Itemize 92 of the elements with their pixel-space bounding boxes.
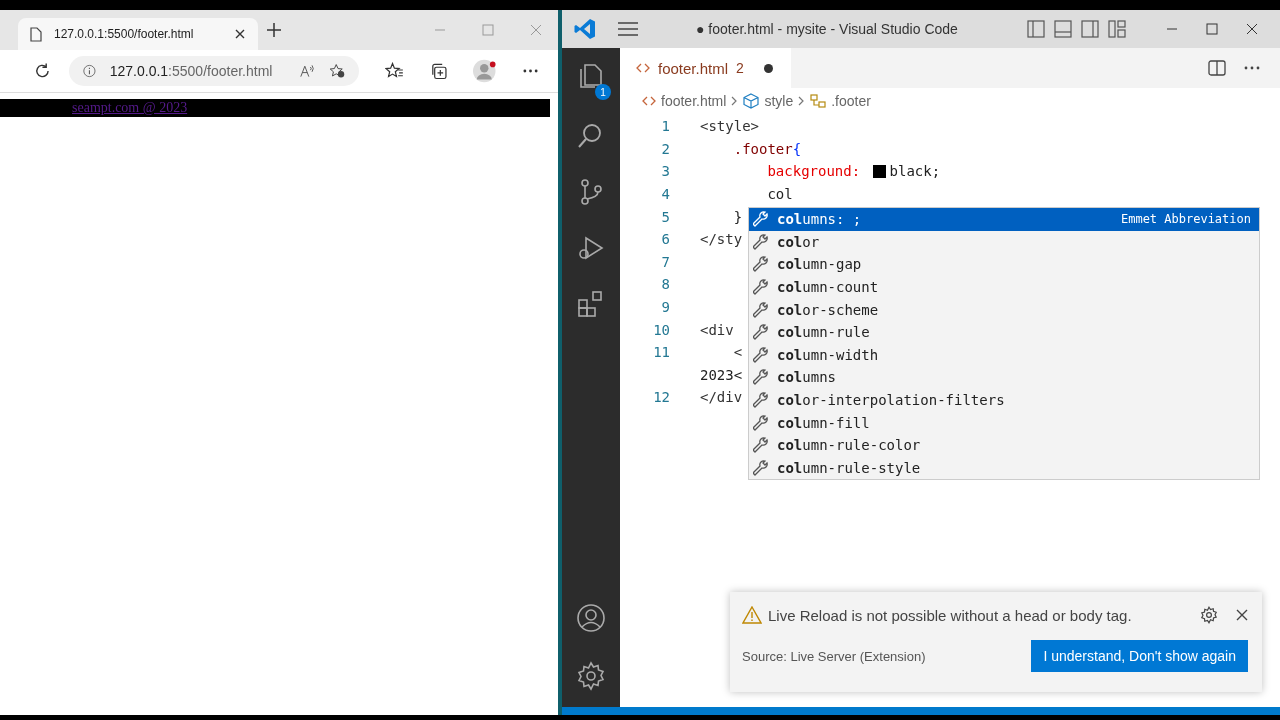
code-text: <	[732, 344, 743, 361]
warning-icon	[742, 606, 762, 624]
info-icon	[82, 63, 96, 79]
account-icon[interactable]	[576, 603, 606, 633]
suggestion-item[interactable]: column-rule-style	[749, 456, 1259, 480]
collections-icon[interactable]	[429, 62, 447, 80]
code-text: col	[766, 186, 793, 203]
page-icon	[30, 26, 42, 42]
code-text: <div	[700, 321, 734, 338]
menu-icon[interactable]	[618, 22, 638, 36]
code-text: {	[792, 140, 802, 157]
cube-icon	[743, 93, 760, 109]
notification-badge: 1	[595, 84, 611, 100]
close-icon[interactable]	[1246, 23, 1258, 35]
suggestion-item[interactable]: color-interpolation-filters	[749, 388, 1259, 412]
code-text: </div	[700, 389, 743, 406]
code-text: }	[732, 208, 743, 225]
line-number: 10	[652, 321, 670, 338]
wrench-icon	[753, 323, 771, 342]
panel-toggle-icon[interactable]	[1054, 20, 1072, 38]
selector-icon	[810, 93, 827, 109]
line-number: 9	[660, 299, 670, 316]
code-text: 2023<	[700, 366, 743, 383]
code-file-icon	[636, 63, 650, 73]
line-number: 4	[660, 186, 670, 203]
line-number: 2	[660, 140, 670, 157]
window-title: ● footer.html - mysite - Visual Studio Code	[696, 21, 959, 37]
read-aloud-icon[interactable]	[300, 63, 315, 79]
dismiss-button[interactable]: I understand, Don't show again	[1031, 640, 1248, 672]
editor-tab[interactable]: footer.html 2	[620, 48, 791, 88]
run-debug-icon[interactable]	[577, 234, 605, 262]
line-number: 6	[660, 231, 670, 248]
line-number: 7	[660, 253, 670, 270]
wrench-icon	[753, 458, 771, 477]
wrench-icon	[753, 300, 771, 319]
suggestion-item[interactable]: column-count	[749, 275, 1259, 299]
suggestion-item[interactable]: color-scheme	[749, 298, 1259, 321]
close-icon[interactable]	[1236, 609, 1248, 621]
breadcrumb-item[interactable]: footer.html	[661, 93, 727, 109]
suggestion-item[interactable]: color	[749, 230, 1259, 254]
wrench-icon	[753, 391, 771, 410]
wrench-icon	[753, 436, 771, 455]
suggestion-item[interactable]: column-fill	[749, 411, 1259, 434]
code-file-icon	[642, 96, 656, 106]
wrench-icon	[753, 255, 771, 274]
line-number: 5	[660, 208, 670, 225]
favorite-add-icon[interactable]	[328, 62, 345, 80]
settings-icon[interactable]	[576, 661, 606, 691]
close-icon[interactable]	[234, 28, 246, 40]
code-text: .footer	[732, 140, 793, 157]
browser-tab[interactable]: 127.0.0.1:5500/footer.html	[18, 18, 258, 50]
code-text: <style>	[700, 118, 759, 135]
address-bar[interactable]: 127.0.0.1:5500/footer.html	[68, 56, 359, 86]
notification-message: Live Reload is not possible without a head or body tag.	[768, 606, 1132, 624]
notification-source: Source: Live Server (Extension)	[742, 648, 926, 664]
wrench-icon	[753, 278, 771, 297]
suggestion-item[interactable]: column-gap	[749, 253, 1259, 276]
favorites-icon[interactable]	[384, 62, 404, 80]
suggestion-item[interactable]: column-rule	[749, 320, 1259, 344]
layout-icon[interactable]	[1108, 20, 1126, 38]
breadcrumb-item[interactable]: style	[764, 93, 794, 109]
split-editor-icon[interactable]	[1208, 60, 1226, 76]
color-swatch[interactable]	[871, 164, 887, 179]
more-icon[interactable]	[522, 69, 538, 73]
wrench-icon	[753, 210, 771, 229]
wrench-icon	[753, 413, 771, 432]
line-number: 11	[652, 344, 670, 361]
code-text: background:	[766, 163, 862, 180]
breadcrumb-item[interactable]: .footer	[831, 93, 871, 109]
refresh-icon[interactable]	[34, 62, 51, 80]
settings-icon[interactable]	[1200, 606, 1218, 624]
suggestion-item[interactable]: column-rule-color	[749, 433, 1259, 457]
code-text: black;	[889, 163, 941, 180]
new-tab-icon[interactable]	[266, 22, 282, 38]
sidebar-toggle-icon[interactable]	[1027, 20, 1045, 38]
extensions-icon[interactable]	[577, 290, 605, 318]
more-icon[interactable]	[1244, 66, 1260, 70]
maximize-icon[interactable]	[1206, 23, 1218, 35]
wrench-icon	[753, 345, 771, 364]
line-number: 12	[652, 389, 670, 406]
code-text: </sty	[700, 231, 743, 248]
suggestion-item[interactable]: column-width	[749, 343, 1259, 367]
wrench-icon	[753, 368, 771, 387]
suggestion-item[interactable]: columns	[749, 366, 1259, 389]
suggestion-item[interactable]: columns: ; Emmet Abbreviation	[749, 208, 1259, 231]
wrench-icon	[753, 232, 771, 251]
line-number: 8	[660, 276, 670, 293]
app-logo-icon	[574, 18, 596, 40]
line-number: 1	[660, 118, 670, 135]
secondary-sidebar-icon[interactable]	[1081, 20, 1099, 38]
profile-icon[interactable]	[472, 58, 497, 84]
line-number: 3	[660, 163, 670, 180]
